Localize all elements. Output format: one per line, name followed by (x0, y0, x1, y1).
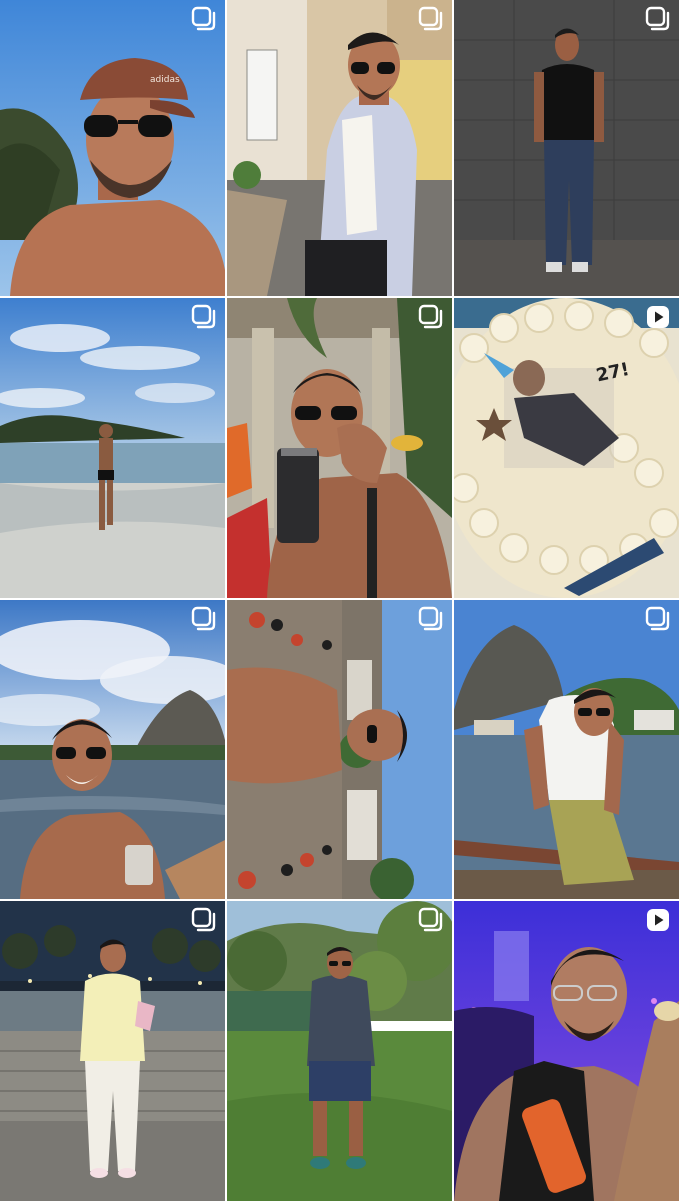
carousel-icon (645, 6, 671, 32)
post-tile-7[interactable] (0, 600, 225, 899)
profile-post-grid: adidas 27! (0, 0, 679, 1201)
post-tile-9[interactable] (454, 600, 679, 899)
post-tile-11[interactable] (227, 901, 452, 1201)
post-tile-3[interactable] (454, 0, 679, 296)
post-image-purple-concert (454, 901, 679, 1201)
carousel-icon (418, 606, 444, 632)
post-tile-5[interactable] (227, 298, 452, 598)
post-image-bay-tank-top (454, 600, 679, 899)
post-image-garden-denim (227, 901, 452, 1201)
carousel-icon (191, 907, 217, 933)
reel-play-icon (645, 304, 671, 330)
post-image-beach-standing (0, 298, 225, 598)
post-image-wall-black-tee (454, 0, 679, 296)
carousel-icon (418, 6, 444, 32)
post-tile-8[interactable] (227, 600, 452, 899)
carousel-icon (418, 304, 444, 330)
post-image-party-drink (227, 298, 452, 598)
reel-play-icon (645, 907, 671, 933)
post-tile-12[interactable] (454, 901, 679, 1201)
post-tile-4[interactable] (0, 298, 225, 598)
post-tile-2[interactable] (227, 0, 452, 296)
carousel-icon (645, 606, 671, 632)
post-tile-1[interactable]: adidas (0, 0, 225, 296)
carousel-icon (191, 6, 217, 32)
post-image-bay-mountain-smile (0, 600, 225, 899)
carousel-icon (418, 907, 444, 933)
carousel-icon (191, 304, 217, 330)
post-tile-10[interactable] (0, 901, 225, 1201)
post-tile-6[interactable]: 27! (454, 298, 679, 598)
post-image-birthday-cake: 27! (454, 298, 679, 598)
post-image-night-white-outfit (0, 901, 225, 1201)
carousel-icon (191, 606, 217, 632)
post-image-street-striped-shirt (227, 0, 452, 296)
post-image-rotated-street-party (227, 600, 452, 899)
svg-text:adidas: adidas (150, 75, 180, 85)
post-image-beach-selfie: adidas (0, 0, 225, 296)
